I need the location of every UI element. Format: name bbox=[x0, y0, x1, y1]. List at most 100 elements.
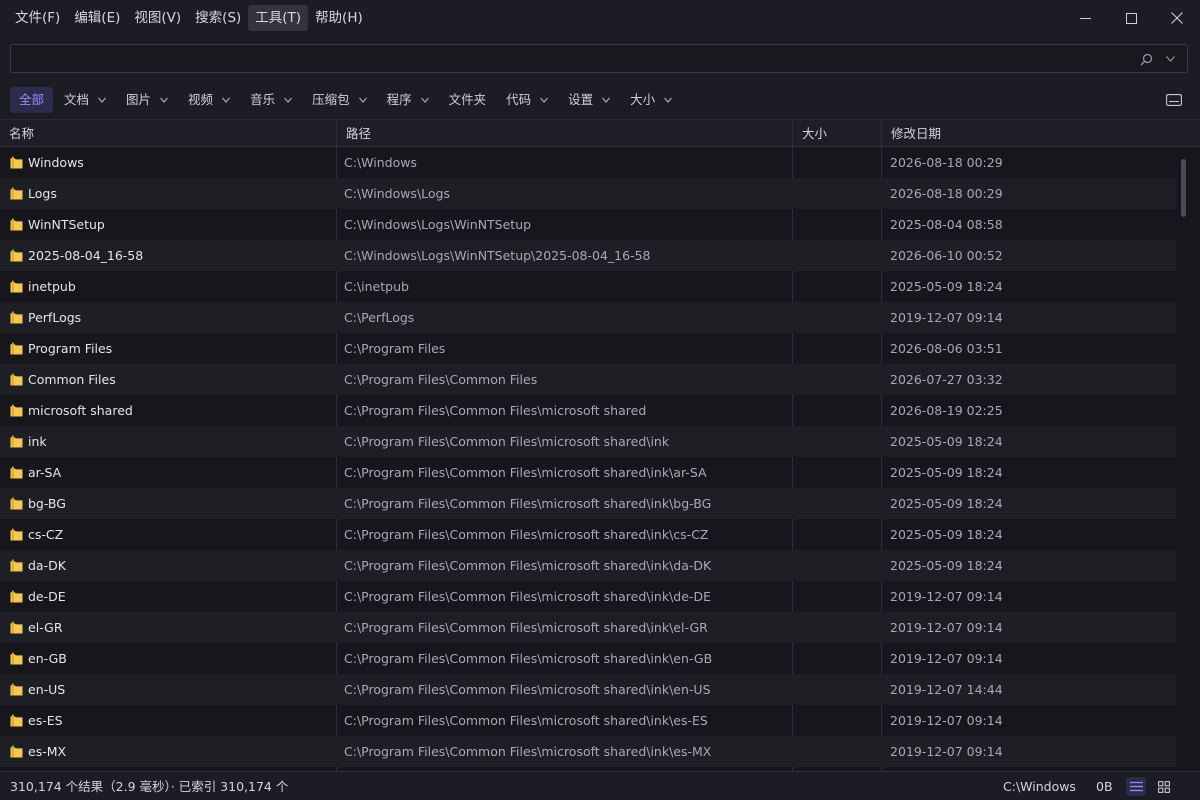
folder-icon bbox=[10, 466, 23, 479]
table-row[interactable]: es-ES C:\Program Files\Common Files\micro… bbox=[0, 705, 1176, 736]
path-cell: C:\Program Files\Common Files\microsoft … bbox=[344, 465, 707, 480]
filter-label: 代码 bbox=[506, 92, 532, 107]
table-row[interactable]: ar-SA C:\Program Files\Common Files\micro… bbox=[0, 457, 1176, 488]
table-row[interactable]: en-US C:\Program Files\Common Files\micro… bbox=[0, 674, 1176, 705]
filter-label: 文件夹 bbox=[448, 92, 487, 107]
table-row[interactable]: Program Files C:\Program Files 2026-08-06 … bbox=[0, 333, 1176, 364]
table-row[interactable]: en-GB C:\Program Files\Common Files\micro… bbox=[0, 643, 1176, 674]
minimize-icon bbox=[1079, 17, 1091, 19]
maximize-button[interactable] bbox=[1108, 0, 1154, 36]
filter-tab[interactable]: 图片 bbox=[117, 87, 177, 113]
table-row[interactable]: PerfLogs C:\PerfLogs 2019-12-07 09:14 bbox=[0, 302, 1176, 333]
filter-tab[interactable]: 全部 bbox=[10, 87, 54, 113]
date-cell: 2025-05-09 18:24 bbox=[890, 527, 1003, 542]
folder-icon bbox=[10, 435, 23, 448]
filter-tab[interactable]: 程序 bbox=[378, 87, 438, 113]
filter-tab[interactable]: 大小 bbox=[621, 87, 681, 113]
table-row[interactable]: Windows C:\Windows 2026-08-18 00:29 bbox=[0, 147, 1176, 178]
menu-item[interactable]: 文件(F) bbox=[8, 5, 67, 31]
search-input[interactable] bbox=[17, 48, 1117, 69]
folder-icon bbox=[10, 528, 23, 541]
vertical-scrollbar-thumb[interactable] bbox=[1181, 159, 1186, 217]
path-cell: C:\Program Files bbox=[344, 341, 446, 356]
name-cell: Windows bbox=[10, 147, 330, 178]
path-cell: C:\Program Files\Common Files\microsoft … bbox=[344, 589, 711, 604]
table-row[interactable]: WinNTSetup C:\Windows\Logs\WinNTSetup 2025… bbox=[0, 209, 1176, 240]
column-header-name[interactable]: 名称 bbox=[0, 120, 336, 147]
menu-item[interactable]: 编辑(E) bbox=[67, 5, 127, 31]
date-cell: 2025-05-09 18:24 bbox=[890, 465, 1003, 480]
date-cell: 2026-08-19 02:25 bbox=[890, 403, 1003, 418]
file-name: inetpub bbox=[28, 279, 76, 294]
selected-size: 0B bbox=[1096, 779, 1113, 794]
name-cell: cs-CZ bbox=[10, 519, 330, 550]
path-cell: C:\Windows\Logs\WinNTSetup bbox=[344, 217, 532, 232]
menu-item[interactable]: 帮助(H) bbox=[308, 5, 370, 31]
table-row[interactable]: da-DK C:\Program Files\Common Files\micro… bbox=[0, 550, 1176, 581]
name-cell: Logs bbox=[10, 178, 330, 209]
table-row[interactable]: inetpub C:\inetpub 2025-05-09 18:24 bbox=[0, 271, 1176, 302]
name-cell: el-GR bbox=[10, 612, 330, 643]
date-cell: 2019-12-07 09:14 bbox=[890, 651, 1003, 666]
column-header-date[interactable]: 修改日期 bbox=[882, 120, 1182, 147]
path-cell: C:\Program Files\Common Files\microsoft … bbox=[344, 682, 711, 697]
filter-tab[interactable]: 文件夹 bbox=[440, 87, 496, 113]
table-row[interactable]: ink C:\Program Files\Common Files\microso… bbox=[0, 426, 1176, 457]
table-row[interactable]: es-MX C:\Program Files\Common Files\micro… bbox=[0, 736, 1176, 767]
filter-bar: 全部 文档 图片 视频 音乐 压缩包 程序 文件夹 代码 设置 大小 bbox=[10, 87, 683, 113]
filter-tab[interactable]: 压缩包 bbox=[303, 87, 376, 113]
size-cell bbox=[801, 395, 879, 426]
path-cell: C:\Program Files\Common Files\microsoft … bbox=[344, 496, 712, 511]
column-header-size[interactable]: 大小 bbox=[793, 120, 881, 147]
name-cell: en-US bbox=[10, 674, 330, 705]
name-cell: ink bbox=[10, 426, 330, 457]
search-history-dropdown[interactable] bbox=[1161, 50, 1179, 68]
filter-label: 压缩包 bbox=[312, 92, 350, 107]
date-cell: 2019-12-07 09:14 bbox=[890, 713, 1003, 728]
chevron-down-icon bbox=[98, 97, 106, 103]
column-header-path[interactable]: 路径 bbox=[337, 120, 792, 147]
size-cell bbox=[801, 302, 879, 333]
grid-view-button[interactable] bbox=[1154, 777, 1174, 796]
table-row[interactable]: Common Files C:\Program Files\Common File… bbox=[0, 364, 1176, 395]
table-row[interactable]: cs-CZ C:\Program Files\Common Files\micro… bbox=[0, 519, 1176, 550]
size-cell bbox=[801, 333, 879, 364]
menu-item[interactable]: 视图(V) bbox=[127, 5, 188, 31]
filter-tab[interactable]: 视频 bbox=[179, 87, 239, 113]
date-cell: 2026-07-27 03:32 bbox=[890, 372, 1003, 387]
table-row[interactable]: el-GR C:\Program Files\Common Files\micro… bbox=[0, 612, 1176, 643]
filter-tab[interactable]: 文档 bbox=[55, 87, 115, 113]
close-icon bbox=[1171, 12, 1183, 24]
table-row[interactable]: Logs C:\Windows\Logs 2026-08-18 00:29 bbox=[0, 178, 1176, 209]
size-cell bbox=[801, 674, 879, 705]
filter-tab[interactable]: 音乐 bbox=[241, 87, 301, 113]
menu-item[interactable]: 搜索(S) bbox=[188, 5, 248, 31]
minimize-button[interactable] bbox=[1062, 0, 1108, 36]
path-cell: C:\Program Files\Common Files bbox=[344, 372, 538, 387]
search-icon bbox=[1140, 53, 1152, 65]
filter-tab[interactable]: 代码 bbox=[497, 87, 557, 113]
menu-item[interactable]: 工具(T) bbox=[248, 5, 309, 31]
chevron-down-icon bbox=[1165, 56, 1175, 62]
filter-tab[interactable]: 设置 bbox=[559, 87, 619, 113]
date-cell: 2026-08-18 00:29 bbox=[890, 186, 1003, 201]
date-cell: 2019-12-07 09:14 bbox=[890, 620, 1003, 635]
close-button[interactable] bbox=[1154, 0, 1200, 36]
date-cell: 2025-05-09 18:24 bbox=[890, 558, 1003, 573]
table-row[interactable]: de-DE C:\Program Files\Common Files\micro… bbox=[0, 581, 1176, 612]
grid-view-icon bbox=[1158, 780, 1170, 793]
path-cell: C:\Program Files\Common Files\microsoft … bbox=[344, 434, 670, 449]
filter-label: 文档 bbox=[64, 92, 90, 107]
search-button[interactable] bbox=[1137, 50, 1155, 68]
file-name: ar-SA bbox=[28, 465, 62, 480]
date-cell: 2025-08-04 08:58 bbox=[890, 217, 1003, 232]
table-row[interactable]: 2025-08-04_16-58 C:\Windows\Logs\WinNTSet… bbox=[0, 240, 1176, 271]
folder-icon bbox=[10, 249, 23, 262]
size-cell bbox=[801, 364, 879, 395]
table-row[interactable]: microsoft shared C:\Program Files\Common … bbox=[0, 395, 1176, 426]
table-row[interactable]: bg-BG C:\Program Files\Common Files\micro… bbox=[0, 488, 1176, 519]
folder-icon bbox=[10, 218, 23, 231]
list-view-button[interactable] bbox=[1126, 777, 1146, 796]
window-controls bbox=[1062, 0, 1200, 36]
panel-toggle-icon[interactable] bbox=[1166, 93, 1182, 107]
